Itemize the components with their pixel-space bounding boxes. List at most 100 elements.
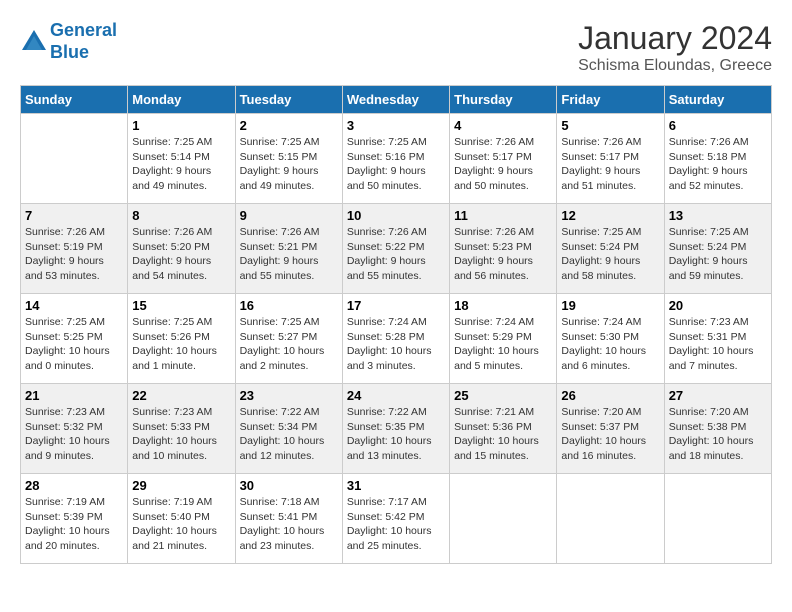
calendar-cell: 10 Sunrise: 7:26 AMSunset: 5:22 PMDaylig… bbox=[342, 204, 449, 294]
day-info: Sunrise: 7:17 AMSunset: 5:42 PMDaylight:… bbox=[347, 495, 445, 554]
month-title: January 2024 bbox=[578, 20, 772, 57]
calendar-cell: 20 Sunrise: 7:23 AMSunset: 5:31 PMDaylig… bbox=[664, 294, 771, 384]
calendar-cell bbox=[557, 474, 664, 564]
day-number: 19 bbox=[561, 298, 659, 313]
calendar-week-row: 28 Sunrise: 7:19 AMSunset: 5:39 PMDaylig… bbox=[21, 474, 772, 564]
day-info: Sunrise: 7:19 AMSunset: 5:39 PMDaylight:… bbox=[25, 495, 123, 554]
day-info: Sunrise: 7:25 AMSunset: 5:15 PMDaylight:… bbox=[240, 135, 338, 194]
day-number: 5 bbox=[561, 118, 659, 133]
title-block: January 2024 Schisma Eloundas, Greece bbox=[578, 20, 772, 75]
day-number: 12 bbox=[561, 208, 659, 223]
day-number: 22 bbox=[132, 388, 230, 403]
day-info: Sunrise: 7:26 AMSunset: 5:19 PMDaylight:… bbox=[25, 225, 123, 284]
calendar-cell: 11 Sunrise: 7:26 AMSunset: 5:23 PMDaylig… bbox=[450, 204, 557, 294]
day-info: Sunrise: 7:25 AMSunset: 5:14 PMDaylight:… bbox=[132, 135, 230, 194]
day-number: 16 bbox=[240, 298, 338, 313]
day-number: 15 bbox=[132, 298, 230, 313]
calendar-cell: 21 Sunrise: 7:23 AMSunset: 5:32 PMDaylig… bbox=[21, 384, 128, 474]
day-number: 6 bbox=[669, 118, 767, 133]
calendar-cell bbox=[450, 474, 557, 564]
calendar-cell: 4 Sunrise: 7:26 AMSunset: 5:17 PMDayligh… bbox=[450, 114, 557, 204]
day-info: Sunrise: 7:25 AMSunset: 5:16 PMDaylight:… bbox=[347, 135, 445, 194]
day-number: 31 bbox=[347, 478, 445, 493]
day-info: Sunrise: 7:24 AMSunset: 5:29 PMDaylight:… bbox=[454, 315, 552, 374]
calendar-cell: 29 Sunrise: 7:19 AMSunset: 5:40 PMDaylig… bbox=[128, 474, 235, 564]
calendar-cell: 12 Sunrise: 7:25 AMSunset: 5:24 PMDaylig… bbox=[557, 204, 664, 294]
calendar-cell: 28 Sunrise: 7:19 AMSunset: 5:39 PMDaylig… bbox=[21, 474, 128, 564]
calendar-cell: 24 Sunrise: 7:22 AMSunset: 5:35 PMDaylig… bbox=[342, 384, 449, 474]
day-info: Sunrise: 7:26 AMSunset: 5:17 PMDaylight:… bbox=[561, 135, 659, 194]
day-number: 24 bbox=[347, 388, 445, 403]
day-number: 28 bbox=[25, 478, 123, 493]
day-number: 9 bbox=[240, 208, 338, 223]
day-info: Sunrise: 7:22 AMSunset: 5:34 PMDaylight:… bbox=[240, 405, 338, 464]
logo-line2: Blue bbox=[50, 42, 89, 62]
day-number: 14 bbox=[25, 298, 123, 313]
day-number: 8 bbox=[132, 208, 230, 223]
day-info: Sunrise: 7:26 AMSunset: 5:23 PMDaylight:… bbox=[454, 225, 552, 284]
calendar-cell: 18 Sunrise: 7:24 AMSunset: 5:29 PMDaylig… bbox=[450, 294, 557, 384]
calendar-cell bbox=[21, 114, 128, 204]
day-number: 18 bbox=[454, 298, 552, 313]
day-info: Sunrise: 7:25 AMSunset: 5:26 PMDaylight:… bbox=[132, 315, 230, 374]
calendar-cell: 16 Sunrise: 7:25 AMSunset: 5:27 PMDaylig… bbox=[235, 294, 342, 384]
day-number: 23 bbox=[240, 388, 338, 403]
day-info: Sunrise: 7:25 AMSunset: 5:24 PMDaylight:… bbox=[669, 225, 767, 284]
day-number: 29 bbox=[132, 478, 230, 493]
calendar-cell: 9 Sunrise: 7:26 AMSunset: 5:21 PMDayligh… bbox=[235, 204, 342, 294]
calendar-cell: 15 Sunrise: 7:25 AMSunset: 5:26 PMDaylig… bbox=[128, 294, 235, 384]
weekday-header: Monday bbox=[128, 86, 235, 114]
day-number: 21 bbox=[25, 388, 123, 403]
day-info: Sunrise: 7:22 AMSunset: 5:35 PMDaylight:… bbox=[347, 405, 445, 464]
calendar-cell bbox=[664, 474, 771, 564]
day-number: 26 bbox=[561, 388, 659, 403]
weekday-header: Saturday bbox=[664, 86, 771, 114]
day-number: 11 bbox=[454, 208, 552, 223]
day-number: 20 bbox=[669, 298, 767, 313]
calendar-cell: 27 Sunrise: 7:20 AMSunset: 5:38 PMDaylig… bbox=[664, 384, 771, 474]
calendar-week-row: 1 Sunrise: 7:25 AMSunset: 5:14 PMDayligh… bbox=[21, 114, 772, 204]
calendar-cell: 17 Sunrise: 7:24 AMSunset: 5:28 PMDaylig… bbox=[342, 294, 449, 384]
day-number: 4 bbox=[454, 118, 552, 133]
calendar-cell: 25 Sunrise: 7:21 AMSunset: 5:36 PMDaylig… bbox=[450, 384, 557, 474]
calendar-cell: 31 Sunrise: 7:17 AMSunset: 5:42 PMDaylig… bbox=[342, 474, 449, 564]
day-info: Sunrise: 7:23 AMSunset: 5:31 PMDaylight:… bbox=[669, 315, 767, 374]
weekday-header-row: SundayMondayTuesdayWednesdayThursdayFrid… bbox=[21, 86, 772, 114]
day-info: Sunrise: 7:25 AMSunset: 5:24 PMDaylight:… bbox=[561, 225, 659, 284]
day-number: 13 bbox=[669, 208, 767, 223]
day-info: Sunrise: 7:20 AMSunset: 5:38 PMDaylight:… bbox=[669, 405, 767, 464]
calendar-week-row: 14 Sunrise: 7:25 AMSunset: 5:25 PMDaylig… bbox=[21, 294, 772, 384]
calendar-cell: 30 Sunrise: 7:18 AMSunset: 5:41 PMDaylig… bbox=[235, 474, 342, 564]
calendar-cell: 19 Sunrise: 7:24 AMSunset: 5:30 PMDaylig… bbox=[557, 294, 664, 384]
day-info: Sunrise: 7:26 AMSunset: 5:22 PMDaylight:… bbox=[347, 225, 445, 284]
day-info: Sunrise: 7:24 AMSunset: 5:30 PMDaylight:… bbox=[561, 315, 659, 374]
day-info: Sunrise: 7:26 AMSunset: 5:20 PMDaylight:… bbox=[132, 225, 230, 284]
day-info: Sunrise: 7:26 AMSunset: 5:21 PMDaylight:… bbox=[240, 225, 338, 284]
calendar-cell: 6 Sunrise: 7:26 AMSunset: 5:18 PMDayligh… bbox=[664, 114, 771, 204]
weekday-header: Thursday bbox=[450, 86, 557, 114]
day-number: 17 bbox=[347, 298, 445, 313]
day-number: 2 bbox=[240, 118, 338, 133]
day-info: Sunrise: 7:23 AMSunset: 5:32 PMDaylight:… bbox=[25, 405, 123, 464]
logo-icon bbox=[20, 28, 48, 56]
day-info: Sunrise: 7:25 AMSunset: 5:25 PMDaylight:… bbox=[25, 315, 123, 374]
weekday-header: Sunday bbox=[21, 86, 128, 114]
day-number: 25 bbox=[454, 388, 552, 403]
calendar-week-row: 7 Sunrise: 7:26 AMSunset: 5:19 PMDayligh… bbox=[21, 204, 772, 294]
calendar-table: SundayMondayTuesdayWednesdayThursdayFrid… bbox=[20, 85, 772, 564]
day-number: 27 bbox=[669, 388, 767, 403]
day-number: 3 bbox=[347, 118, 445, 133]
page-header: General Blue January 2024 Schisma Elound… bbox=[20, 20, 772, 75]
day-number: 30 bbox=[240, 478, 338, 493]
calendar-cell: 3 Sunrise: 7:25 AMSunset: 5:16 PMDayligh… bbox=[342, 114, 449, 204]
day-number: 7 bbox=[25, 208, 123, 223]
day-info: Sunrise: 7:23 AMSunset: 5:33 PMDaylight:… bbox=[132, 405, 230, 464]
calendar-cell: 5 Sunrise: 7:26 AMSunset: 5:17 PMDayligh… bbox=[557, 114, 664, 204]
calendar-cell: 2 Sunrise: 7:25 AMSunset: 5:15 PMDayligh… bbox=[235, 114, 342, 204]
day-info: Sunrise: 7:24 AMSunset: 5:28 PMDaylight:… bbox=[347, 315, 445, 374]
location: Schisma Eloundas, Greece bbox=[578, 57, 772, 75]
calendar-cell: 7 Sunrise: 7:26 AMSunset: 5:19 PMDayligh… bbox=[21, 204, 128, 294]
day-info: Sunrise: 7:26 AMSunset: 5:18 PMDaylight:… bbox=[669, 135, 767, 194]
day-info: Sunrise: 7:25 AMSunset: 5:27 PMDaylight:… bbox=[240, 315, 338, 374]
calendar-cell: 26 Sunrise: 7:20 AMSunset: 5:37 PMDaylig… bbox=[557, 384, 664, 474]
